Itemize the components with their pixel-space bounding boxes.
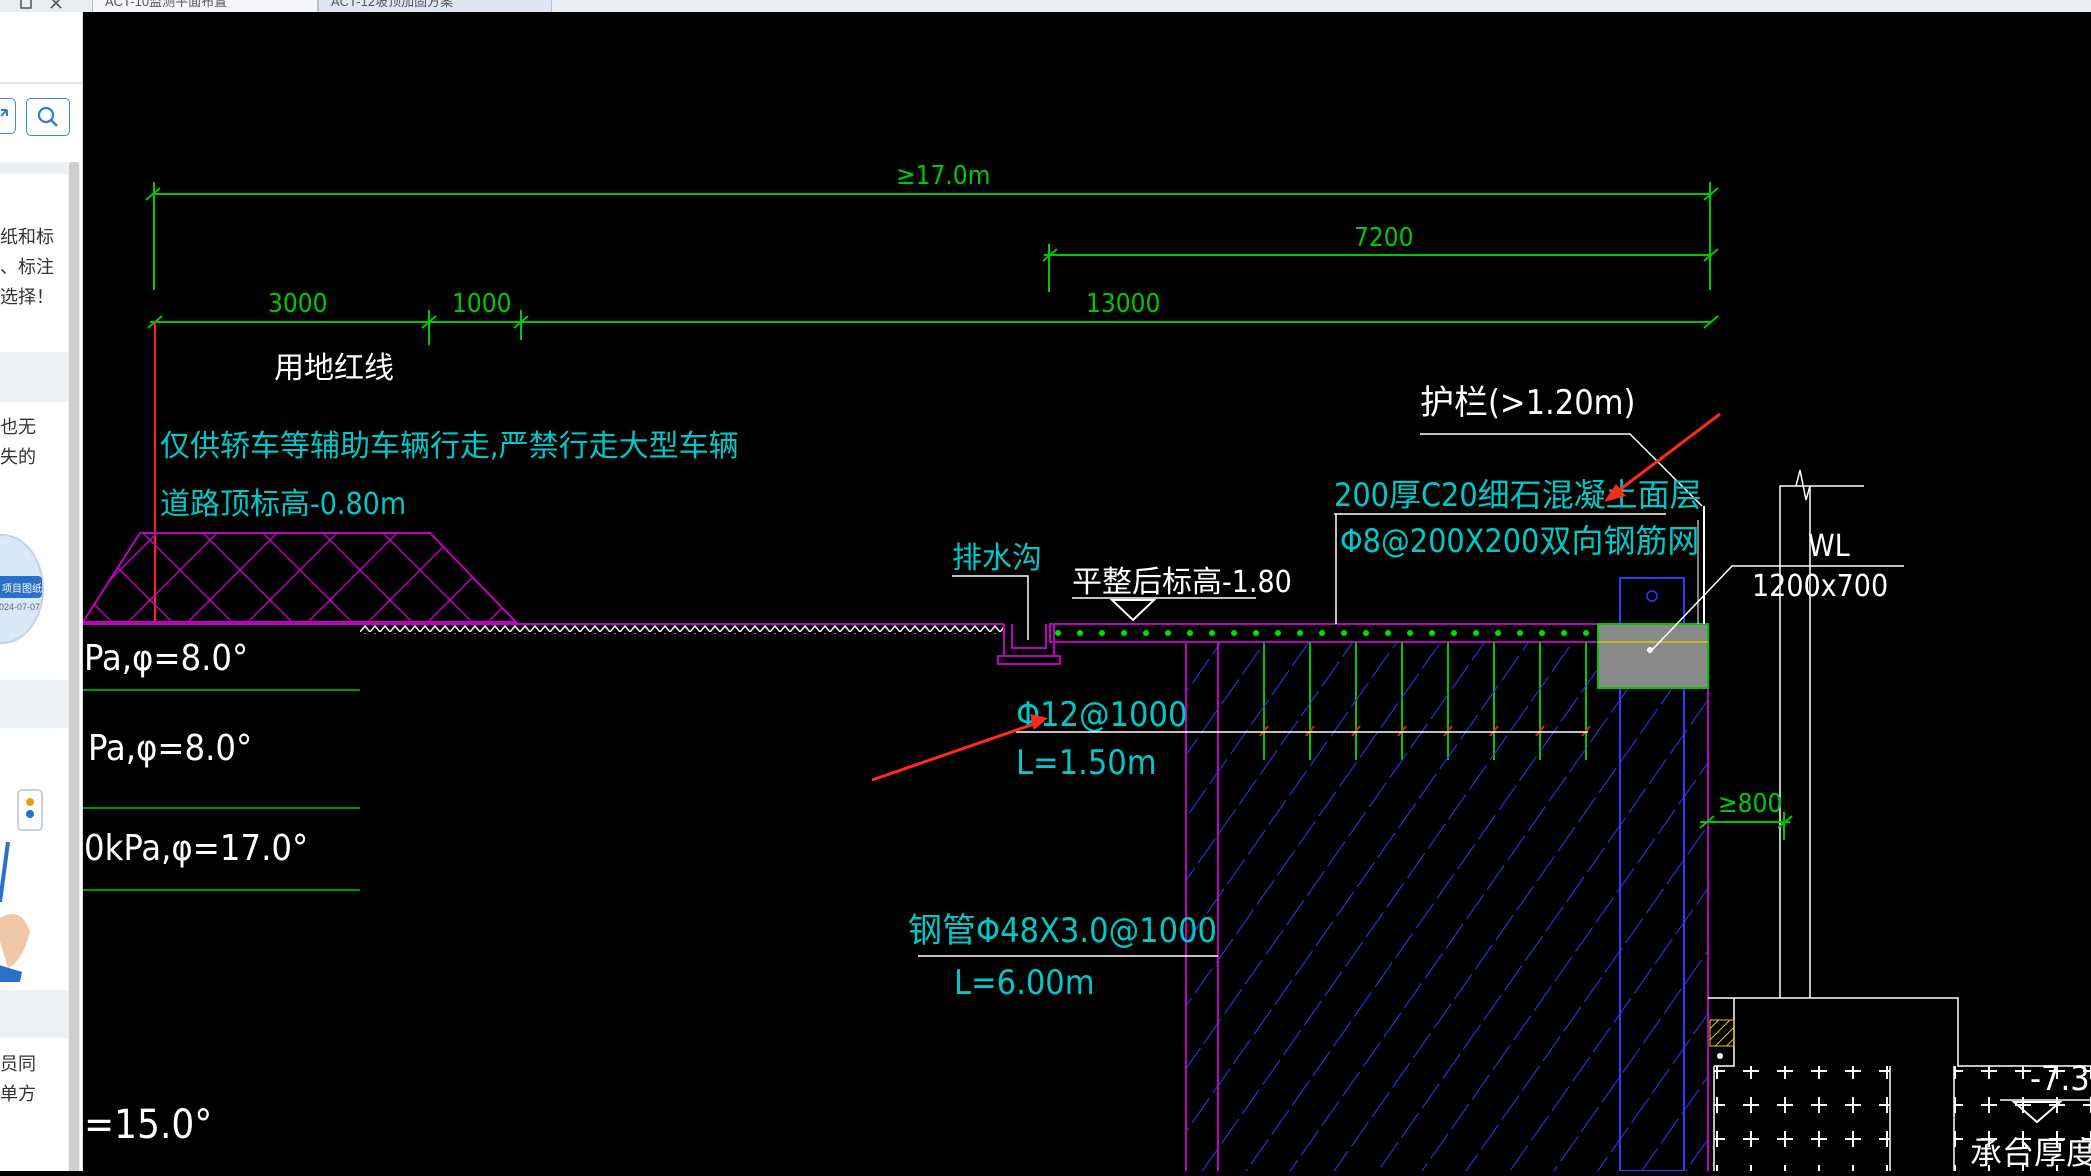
small-hatch-point [1717,1053,1723,1059]
sidebar-toolbar [0,82,82,84]
elevation-marker [1109,599,1157,622]
tab-label: ACT-12坡顶加固方案 [331,0,454,9]
crown-beam [1597,623,1709,689]
wl-size-label: 1200x700 [1752,569,1888,604]
rebar-label: Φ12@1000 [1016,695,1187,735]
dim-13000-label: 13000 [1086,289,1160,319]
search-button[interactable] [26,98,70,136]
concrete-label: 200厚C20细石混凝土面层 [1334,476,1702,514]
close-icon[interactable] [48,0,66,12]
mesh-label: Φ8@200X200双向钢筋网 [1340,522,1699,560]
column-marker [1646,590,1658,602]
sidebar-text: 也无 [0,417,36,437]
thumbnail-caption: 项目图纸 [2,584,42,595]
road-note: 仅供轿车等辅助车辆行走,严禁行走大型车辆 [160,429,739,464]
cap-thickness-label: 承台厚度(12 [1970,1134,2091,1171]
cad-drawing[interactable]: ≥17.0m 7200 3000 1000 13000 用地红线 仅供轿车等辅助… [81,12,2091,1172]
illustration-icon [0,789,43,982]
sidebar-divider [0,352,68,402]
dim-800-label: ≥800 [1718,789,1782,819]
road-embankment [81,532,519,623]
sidebar-text: 选择！ [0,287,54,307]
share-icon [0,109,8,117]
sidebar-text: 纸和标 [0,227,54,247]
sidebar-divider [0,990,68,1038]
soil-hatch [360,624,1005,634]
red-line-label: 用地红线 [274,351,394,386]
cad-canvas[interactable]: ≥17.0m 7200 3000 1000 13000 用地红线 仅供轿车等辅助… [81,12,2091,1172]
mesh-dots [1055,630,1589,636]
sidebar-text: 员同 [0,1054,36,1074]
pipe-label: 钢管Φ48X3.0@1000 [908,911,1217,951]
dim-1000-label: 1000 [452,289,512,319]
road-elevation: 道路顶标高-0.80m [160,487,406,522]
sidebar-text: 失的 [0,447,36,467]
scrollbar-thumb[interactable] [69,162,79,1171]
window-restore-icon[interactable] [18,0,36,12]
rebar-length: L=1.50m [1016,743,1157,783]
graded-elevation: 平整后标高-1.80 [1072,565,1292,600]
pile-cap [1714,1066,1890,1171]
small-hatch-block [1709,1019,1735,1047]
sidebar-divider [0,680,68,728]
elevation-right: -7.3 [2030,1059,2090,1099]
sidebar-scrollbar[interactable] [68,162,80,1171]
dimension-overall [145,182,1719,290]
guardrail-label: 护栏(>1.20m) [1420,383,1635,423]
thumbnail-date: 2024-07-07 [0,602,41,612]
pipe-length: L=6.00m [954,963,1095,1003]
tab-label: ACT-10监测平面布置 [105,0,228,9]
sidebar-text: 单方 [0,1084,36,1104]
sidebar-panel: 纸和标 、标注 选择！ 也无 失的 项目图纸 2024-07-07 员同 单方 [0,12,83,1171]
retaining-block [1186,642,1708,1171]
dim-overall-label: ≥17.0m [896,161,990,191]
wl-label: WL [1808,529,1850,564]
dim-7200-label: 7200 [1354,223,1414,253]
soil-layer-3: 0kPa,φ=17.0° [84,828,308,869]
soil-layer-1: Pa,φ=8.0° [84,638,248,679]
soil-layer-4: =15.0° [84,1102,212,1148]
search-icon [37,106,58,127]
share-button[interactable] [0,98,16,134]
soil-layer-2: Pa,φ=8.0° [88,728,252,769]
sidebar-text: 、标注 [0,257,54,277]
sidebar-divider [0,162,68,174]
drain-label: 排水沟 [952,541,1042,576]
project-thumbnail[interactable]: 项目图纸 2024-07-07 [0,534,44,644]
dim-3000-label: 3000 [268,289,328,319]
dimension-chain [147,310,1719,345]
